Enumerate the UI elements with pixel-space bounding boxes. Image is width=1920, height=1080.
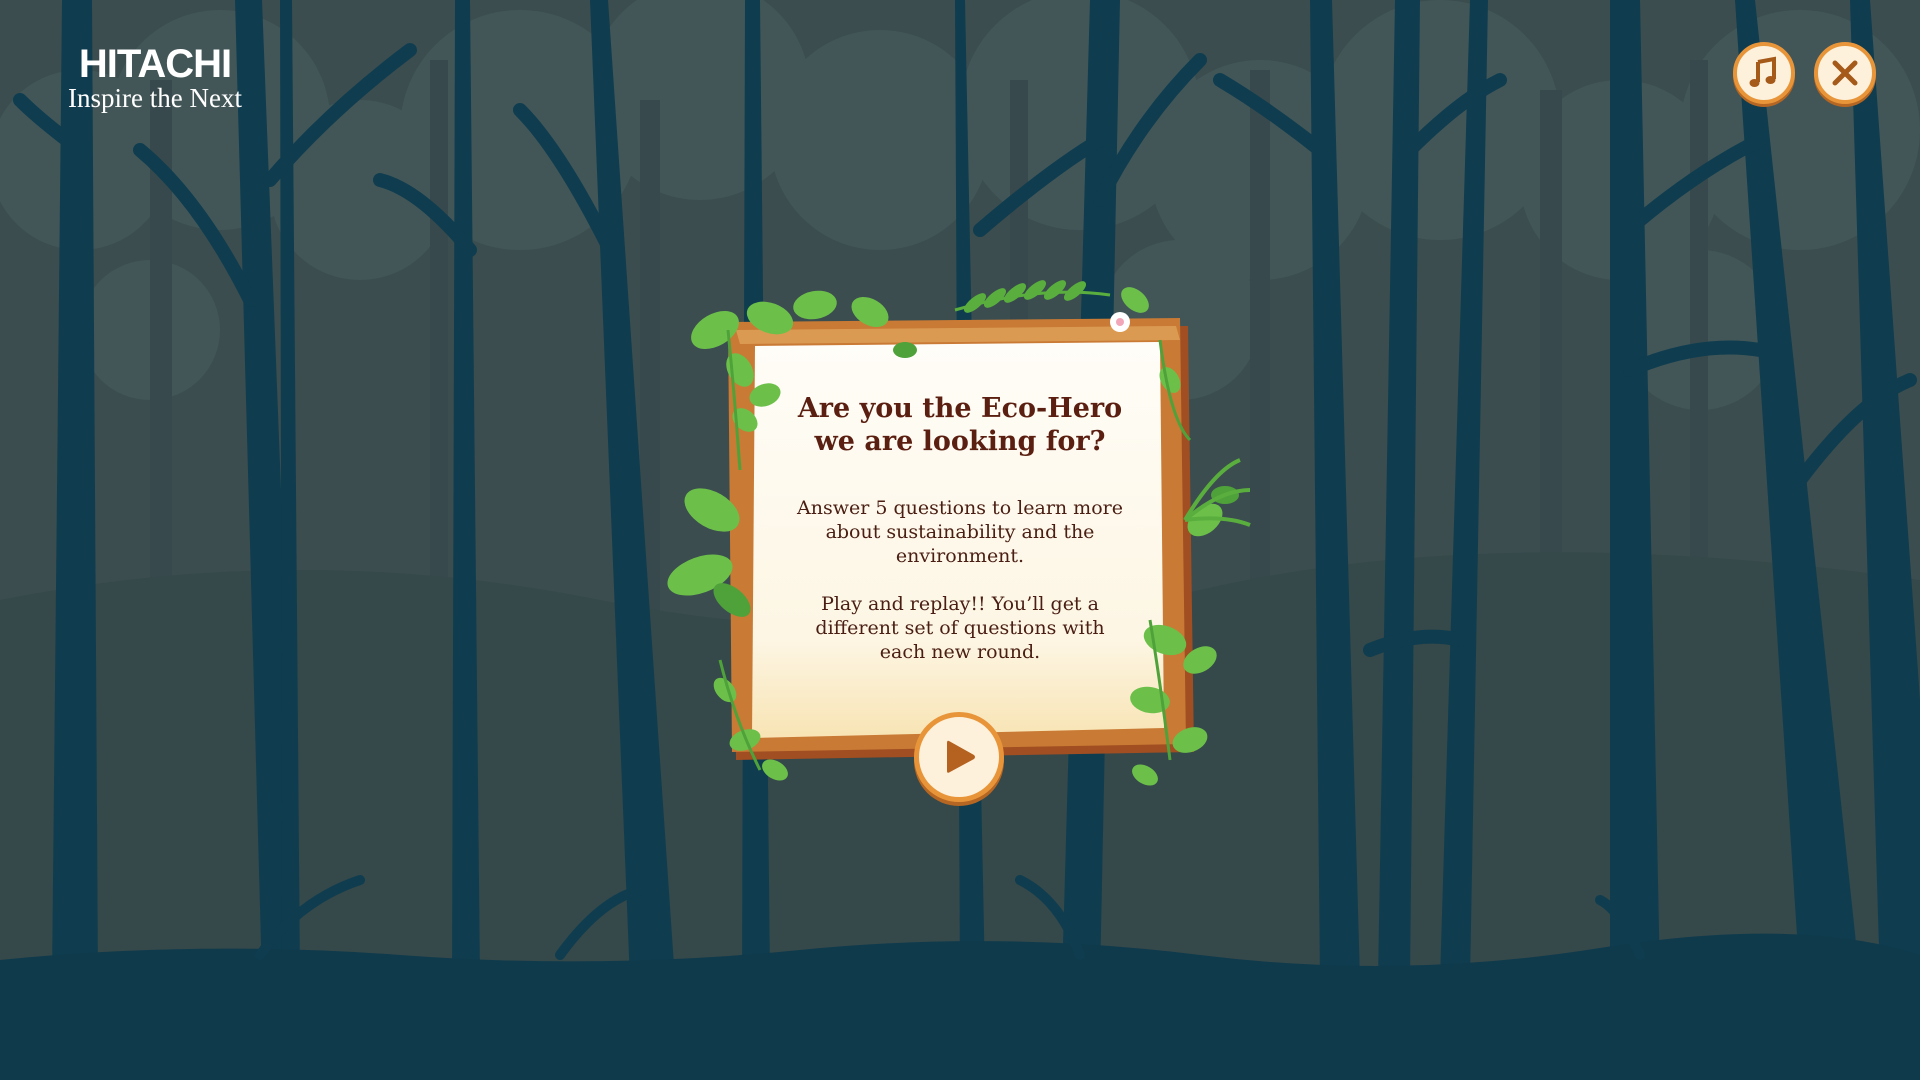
replay-line-1: Play and replay!! You’ll get a — [821, 593, 1099, 615]
replay-line-3: each new round. — [879, 641, 1041, 663]
logo-tagline: Inspire the Next — [68, 83, 242, 113]
close-icon — [1832, 60, 1858, 86]
panel-title-line-2: we are looking for? — [814, 426, 1106, 457]
logo-brand: HITACHI — [78, 42, 232, 86]
music-toggle-button[interactable] — [1733, 42, 1795, 104]
panel-title: Are you the Eco-Hero we are looking for? — [775, 392, 1145, 458]
instructions-paragraph: Answer 5 questions to learn more about s… — [775, 496, 1145, 568]
hitachi-logo: HITACHI Inspire the Next — [40, 44, 270, 112]
replay-line-2: different set of questions with — [815, 617, 1105, 639]
instructions-line-3: environment. — [895, 545, 1025, 567]
intro-panel-text: Are you the Eco-Hero we are looking for?… — [775, 392, 1145, 664]
play-button[interactable] — [914, 712, 1004, 802]
close-button[interactable] — [1814, 42, 1876, 104]
instructions-line-1: Answer 5 questions to learn more — [797, 497, 1123, 519]
instructions-line-2: about sustainability and the — [825, 521, 1095, 543]
replay-paragraph: Play and replay!! You’ll get a different… — [775, 592, 1145, 664]
play-icon — [947, 740, 975, 773]
panel-title-line-1: Are you the Eco-Hero — [797, 393, 1123, 424]
music-note-icon — [1749, 56, 1776, 87]
